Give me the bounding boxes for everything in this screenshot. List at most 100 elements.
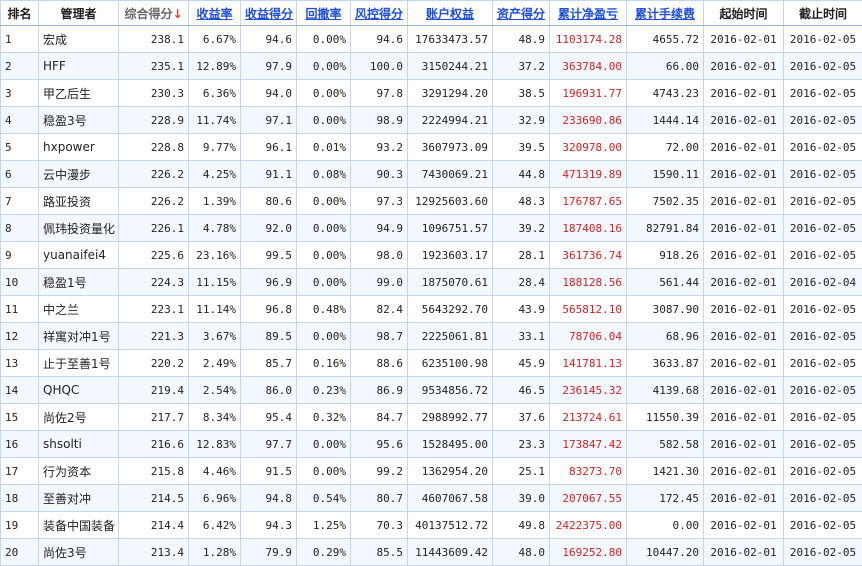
return-rate-cell: 2.54%: [189, 377, 241, 404]
asset-score-cell: 37.2: [493, 53, 550, 80]
manager-cell[interactable]: HFF: [39, 53, 119, 80]
equity-cell: 4607067.58: [408, 485, 493, 512]
manager-cell[interactable]: 尚佐2号: [39, 404, 119, 431]
table-row: 12祥寓对冲1号221.33.67%89.50.00%98.72225061.8…: [1, 323, 862, 350]
end-date-cell: 2016-02-05: [784, 242, 862, 269]
asset-score-header[interactable]: 资产得分: [493, 1, 550, 26]
manager-cell[interactable]: 稳盈1号: [39, 269, 119, 296]
cum-profit-cell: 173847.42: [550, 431, 627, 458]
drawdown-cell: 0.00%: [297, 80, 351, 107]
manager-cell[interactable]: 中之兰: [39, 296, 119, 323]
end-date-cell: 2016-02-05: [784, 350, 862, 377]
return-rate-header[interactable]: 收益率: [189, 1, 241, 26]
drawdown-header[interactable]: 回撤率: [297, 1, 351, 26]
manager-cell[interactable]: 止于至善1号: [39, 350, 119, 377]
manager-cell[interactable]: hxpower: [39, 134, 119, 161]
drawdown-cell: 0.48%: [297, 296, 351, 323]
equity-cell: 1923603.17: [408, 242, 493, 269]
return-rate-cell: 6.96%: [189, 485, 241, 512]
end-date-cell: 2016-02-05: [784, 296, 862, 323]
cum-fee-cell: 582.58: [627, 431, 704, 458]
cum-fee-cell: 1590.11: [627, 161, 704, 188]
cum-fee-cell: 4743.23: [627, 80, 704, 107]
manager-cell[interactable]: 至善对冲: [39, 485, 119, 512]
risk-score-cell: 99.2: [351, 458, 408, 485]
composite-score-cell: 217.7: [119, 404, 189, 431]
equity-cell: 1096751.57: [408, 215, 493, 242]
end-date-cell: 2016-02-05: [784, 107, 862, 134]
composite-score-cell: 230.3: [119, 80, 189, 107]
end-date-cell: 2016-02-05: [784, 377, 862, 404]
cum-fee-cell: 561.44: [627, 269, 704, 296]
cum-profit-cell: 2422375.00: [550, 512, 627, 539]
end-date-cell: 2016-02-05: [784, 161, 862, 188]
risk-score-cell: 84.7: [351, 404, 408, 431]
rank-cell: 4: [1, 107, 39, 134]
risk-score-cell: 94.9: [351, 215, 408, 242]
cum-fee-cell: 10447.20: [627, 539, 704, 566]
asset-score-cell: 25.1: [493, 458, 550, 485]
cum-profit-cell: 213724.61: [550, 404, 627, 431]
drawdown-cell: 0.00%: [297, 458, 351, 485]
cum-profit-cell: 207067.55: [550, 485, 627, 512]
return-rate-cell: 9.77%: [189, 134, 241, 161]
equity-cell: 2225061.81: [408, 323, 493, 350]
composite-score-cell: 213.4: [119, 539, 189, 566]
manager-cell[interactable]: 甲乙后生: [39, 80, 119, 107]
risk-score-cell: 95.6: [351, 431, 408, 458]
return-rate-cell: 11.15%: [189, 269, 241, 296]
drawdown-cell: 0.00%: [297, 242, 351, 269]
risk-score-cell: 98.7: [351, 323, 408, 350]
manager-cell[interactable]: 宏成: [39, 26, 119, 53]
equity-header[interactable]: 账户权益: [408, 1, 493, 26]
manager-cell[interactable]: 云中漫步: [39, 161, 119, 188]
risk-score-header[interactable]: 风控得分: [351, 1, 408, 26]
start-date-cell: 2016-02-01: [704, 539, 784, 566]
return-score-header[interactable]: 收益得分: [241, 1, 297, 26]
table-row: 14QHQC219.42.54%86.00.23%86.99534856.724…: [1, 377, 862, 404]
composite-score-cell: 223.1: [119, 296, 189, 323]
return-rate-cell: 4.46%: [189, 458, 241, 485]
return-score-cell: 97.9: [241, 53, 297, 80]
drawdown-cell: 0.00%: [297, 188, 351, 215]
cum-profit-header[interactable]: 累计净盈亏: [550, 1, 627, 26]
manager-cell[interactable]: yuanaifei4: [39, 242, 119, 269]
composite-score-cell: 225.6: [119, 242, 189, 269]
cum-profit-cell: 196931.77: [550, 80, 627, 107]
start-date-header: 起始时间: [704, 1, 784, 26]
equity-cell: 9534856.72: [408, 377, 493, 404]
table-row: 15尚佐2号217.78.34%95.40.32%84.72988992.773…: [1, 404, 862, 431]
cum-profit-cell: 1103174.28: [550, 26, 627, 53]
manager-cell[interactable]: 路亚投资: [39, 188, 119, 215]
start-date-cell: 2016-02-01: [704, 350, 784, 377]
start-date-cell: 2016-02-01: [704, 161, 784, 188]
asset-score-cell: 23.3: [493, 431, 550, 458]
composite-score-header[interactable]: 综合得分↓: [119, 1, 189, 26]
equity-cell: 3607973.09: [408, 134, 493, 161]
cum-fee-cell: 3087.90: [627, 296, 704, 323]
equity-cell: 12925603.60: [408, 188, 493, 215]
table-row: 6云中漫步226.24.25%91.10.08%90.37430069.2144…: [1, 161, 862, 188]
end-date-cell: 2016-02-05: [784, 323, 862, 350]
manager-cell[interactable]: shsolti: [39, 431, 119, 458]
cum-fee-cell: 1444.14: [627, 107, 704, 134]
start-date-cell: 2016-02-01: [704, 512, 784, 539]
manager-cell[interactable]: 佩玮投资量化: [39, 215, 119, 242]
return-score-cell: 94.8: [241, 485, 297, 512]
start-date-cell: 2016-02-01: [704, 377, 784, 404]
manager-cell[interactable]: 尚佐3号: [39, 539, 119, 566]
composite-score-cell: 228.8: [119, 134, 189, 161]
manager-cell[interactable]: QHQC: [39, 377, 119, 404]
manager-cell[interactable]: 装备中国装备: [39, 512, 119, 539]
manager-cell[interactable]: 稳盈3号: [39, 107, 119, 134]
rank-cell: 14: [1, 377, 39, 404]
equity-cell: 11443609.42: [408, 539, 493, 566]
cum-fee-header[interactable]: 累计手续费: [627, 1, 704, 26]
rank-cell: 13: [1, 350, 39, 377]
cum-profit-cell: 565812.10: [550, 296, 627, 323]
manager-cell[interactable]: 行为资本: [39, 458, 119, 485]
composite-score-cell: 226.2: [119, 188, 189, 215]
start-date-cell: 2016-02-01: [704, 458, 784, 485]
ranking-table: 排名 管理者 综合得分↓ 收益率 收益得分 回撤率 风控得分 账户权益 资产得分…: [0, 0, 862, 566]
manager-cell[interactable]: 祥寓对冲1号: [39, 323, 119, 350]
